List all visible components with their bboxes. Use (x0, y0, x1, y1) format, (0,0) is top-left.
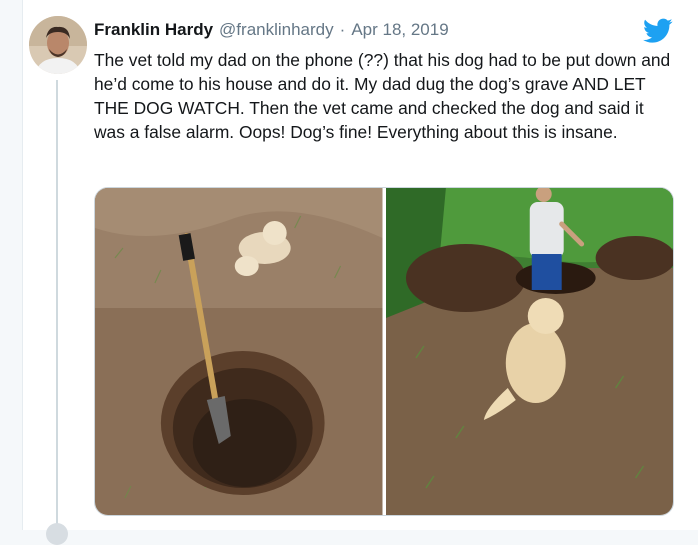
author-handle[interactable]: @franklinhardy (219, 20, 334, 40)
avatar[interactable] (29, 16, 87, 74)
tweet-text: The vet told my dad on the phone (??) th… (94, 48, 674, 144)
author-name[interactable]: Franklin Hardy (94, 20, 213, 40)
twitter-bird-icon[interactable] (643, 18, 673, 44)
tweet-media[interactable] (94, 187, 674, 516)
tweet-header: Franklin Hardy @franklinhardy · Apr 18, … (94, 20, 449, 44)
reply-avatar[interactable] (46, 523, 68, 545)
tweet-body: The vet told my dad on the phone (??) th… (94, 50, 671, 142)
header-separator: · (339, 20, 346, 39)
photo-right[interactable] (385, 188, 673, 515)
photo-left[interactable] (95, 188, 383, 515)
tweet-date[interactable]: Apr 18, 2019 (351, 20, 448, 40)
thread-line (56, 80, 58, 530)
